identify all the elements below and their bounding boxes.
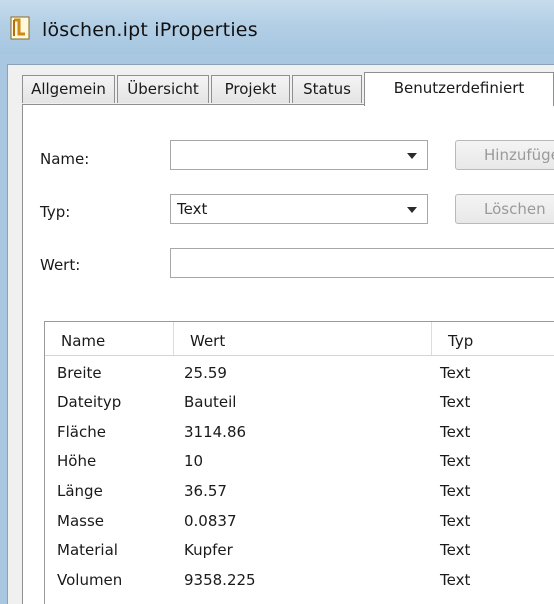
delete-button[interactable]: Löschen bbox=[455, 194, 554, 224]
cell-wert: Kupfer bbox=[184, 541, 233, 559]
cell-wert: 36.57 bbox=[184, 482, 227, 500]
column-header-typ[interactable]: Typ bbox=[432, 322, 554, 355]
window-title: löschen.ipt iProperties bbox=[42, 19, 258, 41]
tab-projekt[interactable]: Projekt bbox=[211, 75, 290, 103]
tab-uebersicht[interactable]: Übersicht bbox=[117, 75, 209, 103]
cell-wert: 0.0837 bbox=[184, 512, 237, 530]
dropdown-arrow-icon[interactable] bbox=[407, 153, 417, 159]
list-row[interactable]: Höhe 10 Text bbox=[45, 447, 554, 476]
name-combobox[interactable] bbox=[170, 140, 428, 170]
list-row[interactable]: Länge 36.57 Text bbox=[45, 477, 554, 506]
cell-typ: Text bbox=[440, 482, 471, 500]
list-row[interactable]: Fläche 3114.86 Text bbox=[45, 418, 554, 447]
cell-wert: 25.59 bbox=[184, 364, 227, 382]
cell-name: Volumen bbox=[57, 571, 123, 589]
tab-allgemein[interactable]: Allgemein bbox=[22, 75, 115, 103]
list-row[interactable]: Volumen 9358.225 Text bbox=[45, 566, 554, 595]
typ-combobox[interactable]: Text bbox=[170, 194, 428, 224]
typ-combobox-value: Text bbox=[177, 200, 208, 218]
cell-wert: Bauteil bbox=[184, 393, 237, 411]
cell-name: Länge bbox=[57, 482, 103, 500]
column-header-name[interactable]: Name bbox=[45, 322, 174, 355]
properties-list[interactable]: Name Wert Typ Breite 25.59 Text Dateityp… bbox=[44, 321, 554, 604]
cell-name: Fläche bbox=[57, 423, 106, 441]
list-header: Name Wert Typ bbox=[45, 322, 554, 356]
cell-typ: Text bbox=[440, 364, 471, 382]
cell-wert: 9358.225 bbox=[184, 571, 256, 589]
cell-wert: 3114.86 bbox=[184, 423, 247, 441]
cell-typ: Text bbox=[440, 452, 471, 470]
cell-wert: 10 bbox=[184, 452, 204, 470]
cell-typ: Text bbox=[440, 571, 471, 589]
list-row[interactable]: Material Kupfer Text bbox=[45, 536, 554, 565]
list-row[interactable]: Masse 0.0837 Text bbox=[45, 507, 554, 536]
iproperties-window: löschen.ipt iProperties Allgemein Übersi… bbox=[0, 0, 554, 604]
cell-name: Masse bbox=[57, 512, 104, 530]
cell-name: Breite bbox=[57, 364, 102, 382]
wert-label: Wert: bbox=[40, 256, 81, 274]
cell-typ: Text bbox=[440, 393, 471, 411]
cell-name: Dateityp bbox=[57, 393, 122, 411]
inventor-document-icon bbox=[10, 16, 32, 40]
column-header-wert[interactable]: Wert bbox=[174, 322, 432, 355]
wert-input[interactable] bbox=[170, 248, 554, 278]
cell-typ: Text bbox=[440, 541, 471, 559]
tab-benutzerdefiniert[interactable]: Benutzerdefiniert bbox=[364, 72, 554, 106]
name-label: Name: bbox=[40, 150, 90, 168]
cell-name: Material bbox=[57, 541, 118, 559]
cell-typ: Text bbox=[440, 512, 471, 530]
tab-bar: Allgemein Übersicht Projekt Status Benut… bbox=[22, 72, 554, 106]
dropdown-arrow-icon[interactable] bbox=[407, 207, 417, 213]
cell-typ: Text bbox=[440, 423, 471, 441]
list-row[interactable]: Dateityp Bauteil Text bbox=[45, 388, 554, 417]
list-row[interactable]: Breite 25.59 Text bbox=[45, 359, 554, 388]
tab-status[interactable]: Status bbox=[292, 75, 362, 103]
title-bar[interactable]: löschen.ipt iProperties bbox=[0, 0, 554, 54]
cell-name: Höhe bbox=[57, 452, 97, 470]
typ-label: Typ: bbox=[40, 203, 71, 221]
add-button[interactable]: Hinzufügen bbox=[455, 140, 554, 170]
